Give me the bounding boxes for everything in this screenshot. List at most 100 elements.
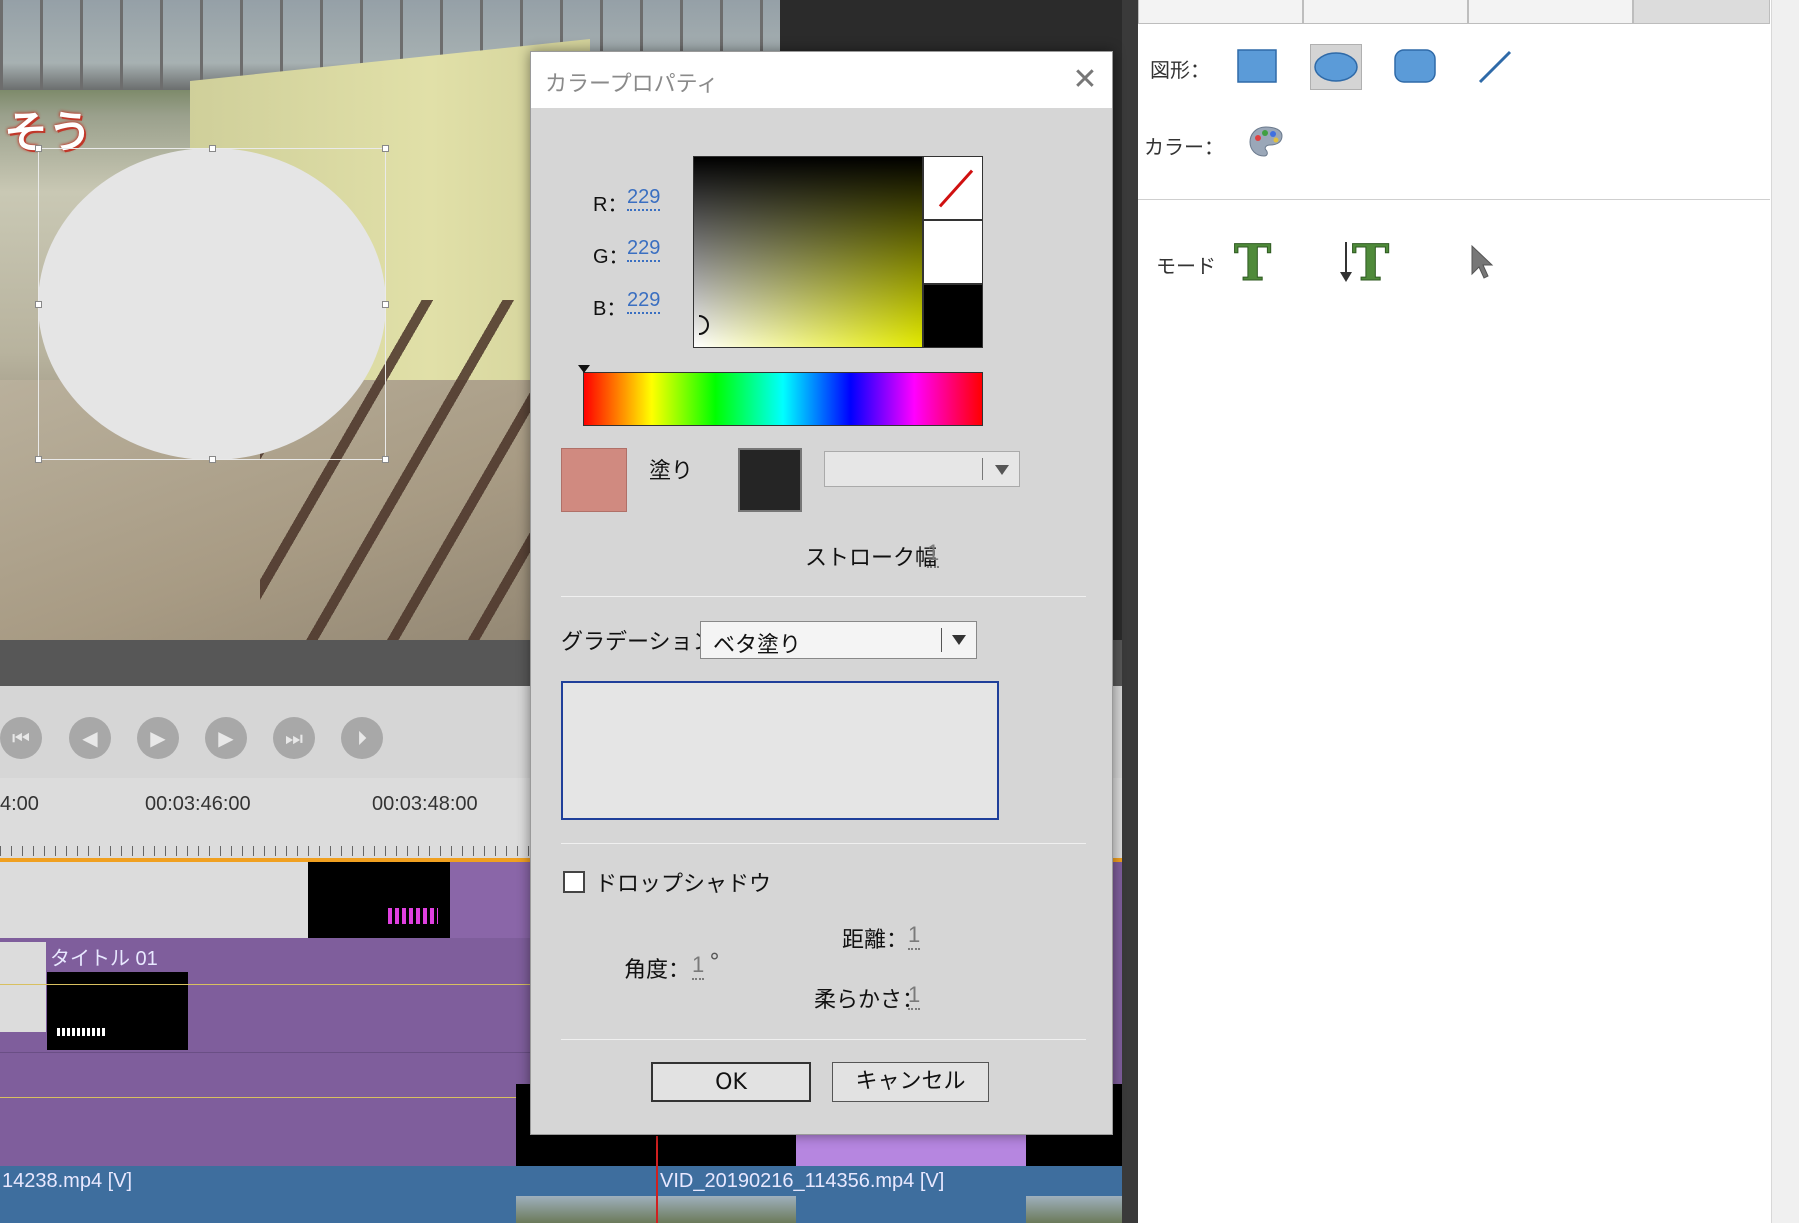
stroke-width-value[interactable]: 1 <box>927 540 940 568</box>
red-label: R： <box>593 194 628 216</box>
thumbnail-text <box>57 1028 107 1036</box>
previous-frame-button[interactable]: ◀ <box>69 717 111 759</box>
distance-label: 距離： <box>842 928 909 953</box>
close-icon[interactable]: ✕ <box>1065 60 1105 100</box>
timecode-label: 00:03:46:00 <box>145 793 251 815</box>
mark-button[interactable]: ⏵ <box>341 717 383 759</box>
angle-label: 角度： <box>624 958 691 983</box>
resize-handle[interactable] <box>209 456 216 463</box>
tab-animation[interactable] <box>1468 0 1633 24</box>
vertical-text-mode-button[interactable]: T <box>1338 233 1402 293</box>
ellipse-shape-icon <box>1314 52 1358 82</box>
play-button[interactable]: ▶ <box>137 717 179 759</box>
track-divider <box>0 984 530 985</box>
thumbnail-text <box>388 908 438 924</box>
green-label: G： <box>593 246 629 268</box>
stroke-style-dropdown[interactable] <box>824 451 1020 487</box>
clip-thumbnail <box>308 862 450 938</box>
resize-handle[interactable] <box>35 145 42 152</box>
distance-value[interactable]: 1 <box>908 922 921 950</box>
resize-handle[interactable] <box>209 145 216 152</box>
panel-splitter[interactable] <box>1122 0 1138 1223</box>
resize-handle[interactable] <box>35 456 42 463</box>
softness-value[interactable]: 1 <box>908 982 921 1010</box>
dialog-separator <box>561 596 1086 597</box>
rectangle-shape-button[interactable] <box>1230 44 1282 90</box>
line-shape-button[interactable] <box>1468 44 1520 90</box>
gradation-label: グラデーション <box>561 630 715 655</box>
gradation-selected-value: ベタ塗り <box>713 633 802 658</box>
resize-handle[interactable] <box>382 456 389 463</box>
next-frame-button[interactable]: ▶ <box>205 717 247 759</box>
ellipse-shape-button[interactable] <box>1310 44 1362 90</box>
rounded-rect-shape-icon <box>1394 49 1436 83</box>
fill-label: 塗り <box>649 459 694 484</box>
panel-separator <box>1138 199 1770 200</box>
color-properties-dialog: カラープロパティ ✕ R： 229 G： 229 B： 229 塗り ストローク… <box>530 51 1113 1135</box>
playhead[interactable] <box>656 1136 658 1223</box>
color-label: カラー： <box>1144 135 1224 159</box>
vertical-text-icon: T <box>1340 233 1390 293</box>
dialog-titlebar[interactable]: カラープロパティ ✕ <box>531 52 1112 108</box>
go-to-end-button[interactable]: ⏭ <box>273 717 315 759</box>
timeline-clip[interactable] <box>0 942 46 1032</box>
fill-color-swatch[interactable] <box>561 448 627 512</box>
ok-button[interactable]: OK <box>651 1062 811 1102</box>
shape-label: 図形： <box>1150 58 1210 82</box>
gradation-preview <box>561 681 999 820</box>
stroke-color-swatch[interactable] <box>738 448 802 512</box>
rectangle-shape-icon <box>1237 49 1277 83</box>
resize-handle[interactable] <box>35 301 42 308</box>
tab-text[interactable] <box>1138 0 1303 24</box>
chevron-down-icon <box>995 465 1009 475</box>
dialog-title: カラープロパティ <box>545 72 719 97</box>
tab-style[interactable] <box>1303 0 1468 24</box>
hue-slider-handle[interactable] <box>578 365 590 373</box>
clip-thumbnail <box>1026 1196 1130 1223</box>
rounded-rect-shape-button[interactable] <box>1389 44 1441 90</box>
video-track[interactable]: 14238.mp4 [V] VID_20190216_114356.mp4 [V… <box>0 1136 1130 1223</box>
chevron-down-icon <box>952 635 966 645</box>
track-divider <box>0 1052 530 1053</box>
svg-text:T: T <box>1352 234 1389 286</box>
blue-value[interactable]: 229 <box>627 289 661 314</box>
dialog-separator <box>561 843 1086 844</box>
stroke-width-label: ストローク幅 <box>805 546 938 571</box>
video-clip-label: 14238.mp4 [V] <box>2 1170 133 1192</box>
red-value[interactable]: 229 <box>627 186 661 211</box>
resize-handle[interactable] <box>382 145 389 152</box>
angle-value[interactable]: 1 <box>692 952 705 980</box>
timeline-clip[interactable] <box>450 862 530 938</box>
dropdown-divider <box>941 628 942 652</box>
picker-cursor[interactable] <box>699 315 709 335</box>
white-swatch[interactable] <box>923 220 983 284</box>
color-palette-button[interactable] <box>1246 122 1286 162</box>
resize-handle[interactable] <box>382 301 389 308</box>
properties-panel: 図形： カラー： モード T T <box>1138 0 1799 1223</box>
go-to-start-button[interactable]: ⏮ <box>0 717 42 759</box>
timecode-label: 4:00 <box>0 793 39 815</box>
tab-shape[interactable] <box>1633 0 1770 24</box>
timecode-label: 00:03:48:00 <box>372 793 478 815</box>
title-clip-label: タイトル 01 <box>50 948 158 970</box>
selection-box[interactable] <box>35 145 389 463</box>
drop-shadow-checkbox[interactable] <box>563 871 585 893</box>
svg-text:T: T <box>1234 234 1271 286</box>
saturation-value-picker[interactable] <box>693 156 923 348</box>
palette-icon <box>1249 126 1283 157</box>
video-clip-label: VID_20190216_114356.mp4 [V] <box>660 1170 945 1192</box>
horizontal-text-mode-button[interactable]: T <box>1230 233 1282 293</box>
drop-shadow-label: ドロップシャドウ <box>595 872 772 897</box>
panel-scrollbar[interactable] <box>1771 0 1799 1223</box>
no-color-swatch[interactable] <box>923 156 983 220</box>
screen: そう ⏮ ◀ ▶ ▶ ⏭ ⏵ 4:00 00:03:46:00 00:03:48… <box>0 0 1799 1223</box>
black-swatch[interactable] <box>923 284 983 348</box>
gradation-dropdown[interactable]: ベタ塗り <box>700 621 977 659</box>
dropdown-divider <box>982 458 983 480</box>
timeline-clip[interactable] <box>0 862 308 938</box>
hue-slider[interactable] <box>583 372 983 426</box>
dialog-separator <box>561 1039 1086 1040</box>
green-value[interactable]: 229 <box>627 237 661 262</box>
select-mode-button[interactable] <box>1464 242 1500 282</box>
cancel-button[interactable]: キャンセル <box>832 1062 989 1102</box>
